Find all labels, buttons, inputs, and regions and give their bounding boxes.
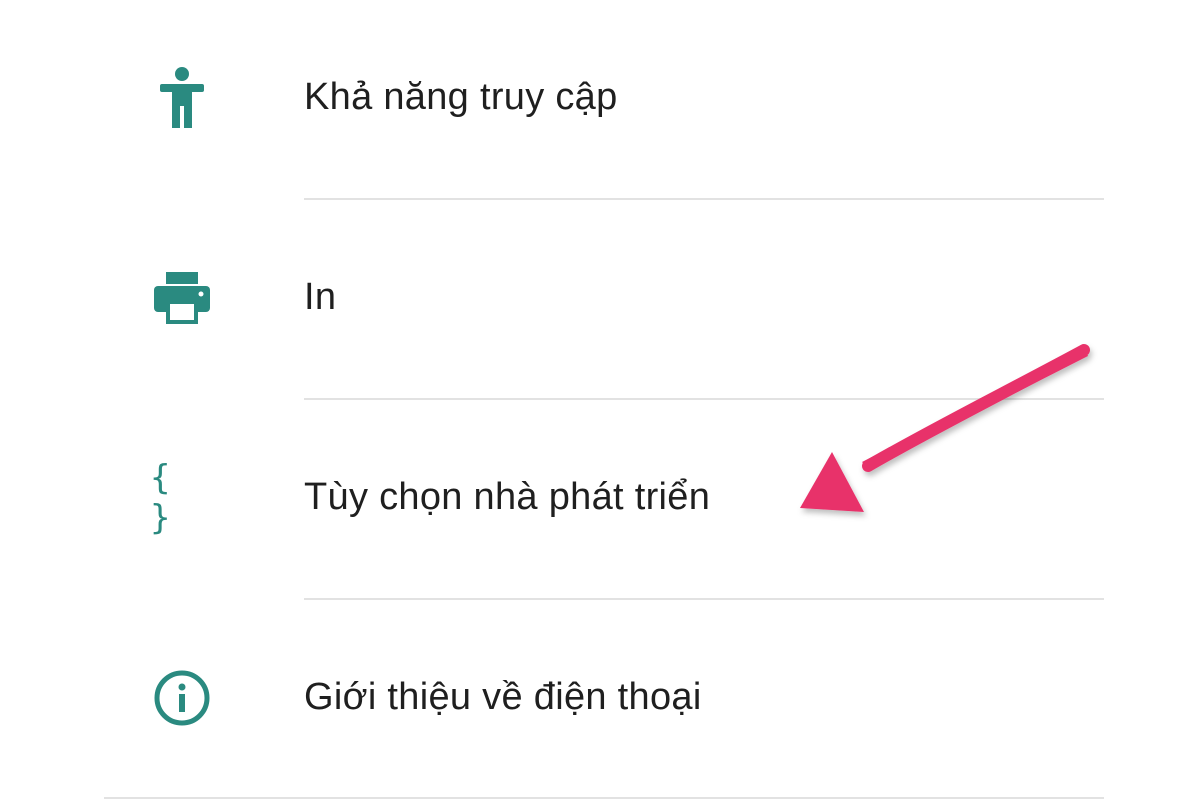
settings-item-label: In [304,276,337,318]
settings-item-accessibility[interactable]: Khả năng truy cập [0,0,1200,200]
printer-icon [150,266,214,330]
braces-glyph: { } [150,458,175,538]
settings-item-print[interactable]: In [0,200,1200,400]
settings-item-label: Giới thiệu về điện thoại [304,676,702,718]
settings-item-developer-options[interactable]: { } Tùy chọn nhà phát triển [0,400,1200,600]
developer-braces-icon: { } [150,458,214,538]
settings-item-about-phone[interactable]: Giới thiệu về điện thoại [0,600,1200,800]
divider [104,797,1104,799]
settings-item-label: Tùy chọn nhà phát triển [304,476,711,518]
settings-item-label: Khả năng truy cập [304,76,618,118]
accessibility-icon [150,66,214,130]
settings-list: Khả năng truy cập In { } Tùy chọn nhà ph… [0,0,1200,800]
info-icon [150,666,214,730]
